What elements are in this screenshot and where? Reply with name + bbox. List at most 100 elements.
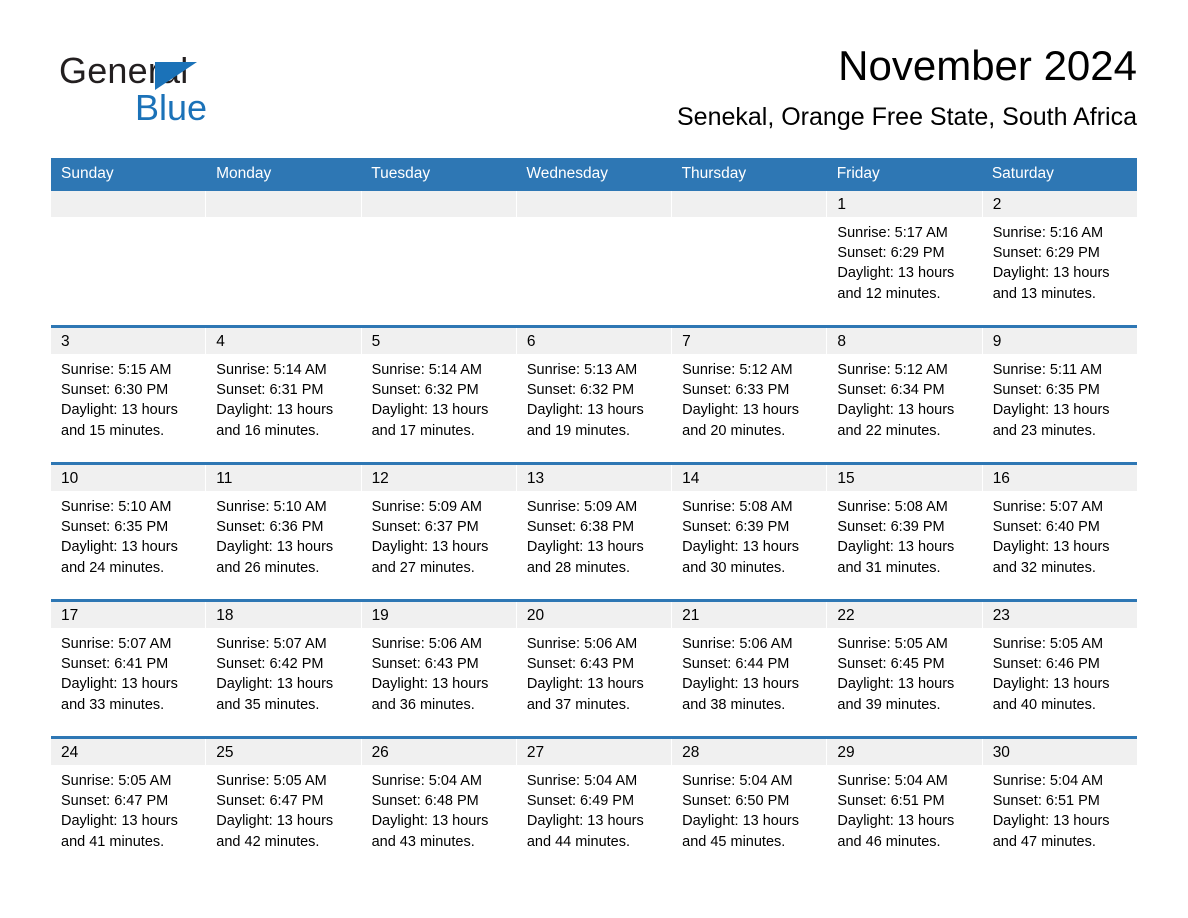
day-detail-line: Sunrise: 5:14 AM [371,362,482,378]
day-details [516,217,672,325]
day-number: 16 [982,465,1137,491]
day-cell[interactable]: 9 Sunrise: 5:11 AM Sunset: 6:35 PM Daylight… [982,328,1137,462]
day-cell[interactable]: 15 Sunrise: 5:08 AM Sunset: 6:39 PM Dayligh… [827,465,983,599]
day-detail-line: Daylight: 13 hours [371,402,489,419]
calendar-page: General Blue November 2024 Senekal, Oran… [0,0,1188,918]
calendar-week-row: 3 Sunrise: 5:15 AM Sunset: 6:30 PM Daylight… [51,325,1137,462]
day-cell[interactable]: 11 Sunrise: 5:10 AM Sunset: 6:36 PM Dayligh… [206,465,362,599]
day-detail-line: Sunset: 6:29 PM [992,245,1100,262]
day-detail-line: Sunset: 6:43 PM [526,656,635,673]
day-cell[interactable]: 16 Sunrise: 5:07 AM Sunset: 6:40 PM Dayligh… [982,465,1137,599]
day-detail-line: Daylight: 13 hours [526,813,644,830]
day-cell[interactable]: 14 Sunrise: 5:08 AM Sunset: 6:39 PM Dayligh… [672,465,828,599]
day-detail-line: Sunset: 6:42 PM [216,656,324,673]
calendar-weeks: 1 Sunrise: 5:17 AM Sunset: 6:29 PM Daylight… [51,191,1137,873]
day-detail-line: Daylight: 13 hours [216,813,334,830]
day-detail-line: Sunrise: 5:07 AM [61,636,172,652]
day-cell[interactable]: 17 Sunrise: 5:07 AM Sunset: 6:41 PM Dayligh… [51,602,207,736]
day-number: 15 [827,465,982,491]
day-detail-line: Daylight: 13 hours [371,676,489,693]
day-cell[interactable]: 28 Sunrise: 5:04 AM Sunset: 6:50 PM Dayligh… [672,739,828,873]
day-cell[interactable]: 7 Sunrise: 5:12 AM Sunset: 6:33 PM Daylight… [672,328,828,462]
day-details: Sunrise: 5:15 AM Sunset: 6:30 PM Daylight:… [51,354,205,462]
day-cell[interactable]: 19 Sunrise: 5:06 AM Sunset: 6:43 PM Dayligh… [361,602,517,736]
day-details: Sunrise: 5:17 AM Sunset: 6:29 PM Daylight:… [827,217,981,325]
day-detail-line: Sunrise: 5:04 AM [526,773,638,789]
day-detail-line: and 31 minutes. [837,559,941,576]
day-number: 18 [206,602,361,628]
day-cell[interactable]: 27 Sunrise: 5:04 AM Sunset: 6:49 PM Dayligh… [516,739,673,873]
day-detail-line: and 17 minutes. [371,422,475,439]
day-cell[interactable]: 4 Sunrise: 5:14 AM Sunset: 6:31 PM Daylight… [206,328,362,462]
day-detail-line: Sunrise: 5:04 AM [682,773,793,789]
day-cell[interactable]: 10 Sunrise: 5:10 AM Sunset: 6:35 PM Dayligh… [51,465,207,599]
day-number: 27 [516,739,672,765]
title-block: November 2024 Senekal, Orange Free State… [677,40,1137,134]
day-number: 26 [361,739,516,765]
day-details: Sunrise: 5:06 AM Sunset: 6:43 PM Daylight:… [517,628,671,736]
day-detail-line: and 36 minutes. [371,696,475,713]
day-cell[interactable]: 25 Sunrise: 5:05 AM Sunset: 6:47 PM Dayligh… [206,739,362,873]
day-detail-line: and 42 minutes. [216,833,320,850]
day-detail-line: and 44 minutes. [526,833,631,850]
day-cell[interactable]: 22 Sunrise: 5:05 AM Sunset: 6:45 PM Dayligh… [827,602,983,736]
day-detail-line: Sunset: 6:31 PM [216,382,324,399]
day-detail-line: and 41 minutes. [61,833,165,850]
day-details: Sunrise: 5:11 AM Sunset: 6:35 PM Daylight:… [983,354,1137,462]
day-details: Sunrise: 5:12 AM Sunset: 6:33 PM Daylight:… [672,354,826,462]
day-detail-line: Daylight: 13 hours [992,265,1110,282]
day-cell[interactable]: 20 Sunrise: 5:06 AM Sunset: 6:43 PM Dayligh… [516,602,673,736]
day-cell[interactable]: 24 Sunrise: 5:05 AM Sunset: 6:47 PM Dayligh… [51,739,207,873]
day-details: Sunrise: 5:05 AM Sunset: 6:47 PM Daylight:… [206,765,360,873]
day-detail-line: Sunrise: 5:11 AM [992,362,1103,378]
day-details: Sunrise: 5:09 AM Sunset: 6:38 PM Daylight:… [517,491,671,599]
day-detail-line: Daylight: 13 hours [992,539,1110,556]
day-detail-line: Sunset: 6:47 PM [61,793,169,810]
day-cell[interactable]: 1 Sunrise: 5:17 AM Sunset: 6:29 PM Daylight… [827,191,983,325]
day-cell-empty [361,191,517,325]
general-blue-logo[interactable]: General Blue [59,50,319,130]
day-cell[interactable]: 18 Sunrise: 5:07 AM Sunset: 6:42 PM Dayligh… [206,602,362,736]
day-cell[interactable]: 30 Sunrise: 5:04 AM Sunset: 6:51 PM Dayligh… [982,739,1137,873]
day-detail-line: Daylight: 13 hours [61,402,178,419]
day-cell[interactable]: 8 Sunrise: 5:12 AM Sunset: 6:34 PM Daylight… [827,328,983,462]
day-cell[interactable]: 2 Sunrise: 5:16 AM Sunset: 6:29 PM Daylight… [982,191,1137,325]
day-detail-line: Daylight: 13 hours [682,813,799,830]
day-detail-line: Daylight: 13 hours [526,676,644,693]
day-number: 10 [51,465,206,491]
day-number: 17 [51,602,206,628]
day-details: Sunrise: 5:07 AM Sunset: 6:41 PM Daylight:… [51,628,205,736]
day-cell[interactable]: 26 Sunrise: 5:04 AM Sunset: 6:48 PM Dayligh… [361,739,517,873]
day-detail-line: Sunrise: 5:09 AM [526,499,638,515]
day-cell[interactable]: 3 Sunrise: 5:15 AM Sunset: 6:30 PM Daylight… [51,328,207,462]
day-number: 14 [672,465,827,491]
calendar-week-row: 24 Sunrise: 5:05 AM Sunset: 6:47 PM Dayligh… [51,736,1137,873]
day-cell[interactable]: 13 Sunrise: 5:09 AM Sunset: 6:38 PM Dayligh… [516,465,673,599]
day-detail-line: and 46 minutes. [837,833,941,850]
day-detail-line: and 37 minutes. [526,696,631,713]
day-detail-line: Daylight: 13 hours [526,402,644,419]
day-number [361,191,516,217]
day-number: 29 [827,739,982,765]
day-details: Sunrise: 5:05 AM Sunset: 6:47 PM Daylight:… [51,765,205,873]
day-details: Sunrise: 5:08 AM Sunset: 6:39 PM Daylight:… [672,491,826,599]
day-details [206,217,361,325]
day-detail-line: Daylight: 13 hours [992,813,1110,830]
day-cell[interactable]: 5 Sunrise: 5:14 AM Sunset: 6:32 PM Daylight… [361,328,517,462]
day-cell[interactable]: 6 Sunrise: 5:13 AM Sunset: 6:32 PM Daylight… [516,328,673,462]
day-cell[interactable]: 12 Sunrise: 5:09 AM Sunset: 6:37 PM Dayligh… [361,465,517,599]
day-detail-line: Daylight: 13 hours [61,813,178,830]
day-cell[interactable]: 23 Sunrise: 5:05 AM Sunset: 6:46 PM Dayligh… [982,602,1137,736]
day-detail-line: Sunrise: 5:12 AM [837,362,948,378]
day-detail-line: Sunset: 6:38 PM [526,519,635,536]
day-detail-line: and 16 minutes. [216,422,320,439]
day-number [206,191,361,217]
day-cell[interactable]: 21 Sunrise: 5:06 AM Sunset: 6:44 PM Dayligh… [672,602,828,736]
day-cell[interactable]: 29 Sunrise: 5:04 AM Sunset: 6:51 PM Dayligh… [827,739,983,873]
weekday-header-sunday: Sunday [61,165,114,182]
day-detail-line: Sunset: 6:51 PM [837,793,945,810]
day-detail-line: Sunrise: 5:08 AM [837,499,948,515]
weekday-header-row: Sunday Monday Tuesday Wednesday Thursday… [51,158,1137,191]
day-number: 5 [361,328,516,354]
day-detail-line: Sunset: 6:32 PM [526,382,635,399]
